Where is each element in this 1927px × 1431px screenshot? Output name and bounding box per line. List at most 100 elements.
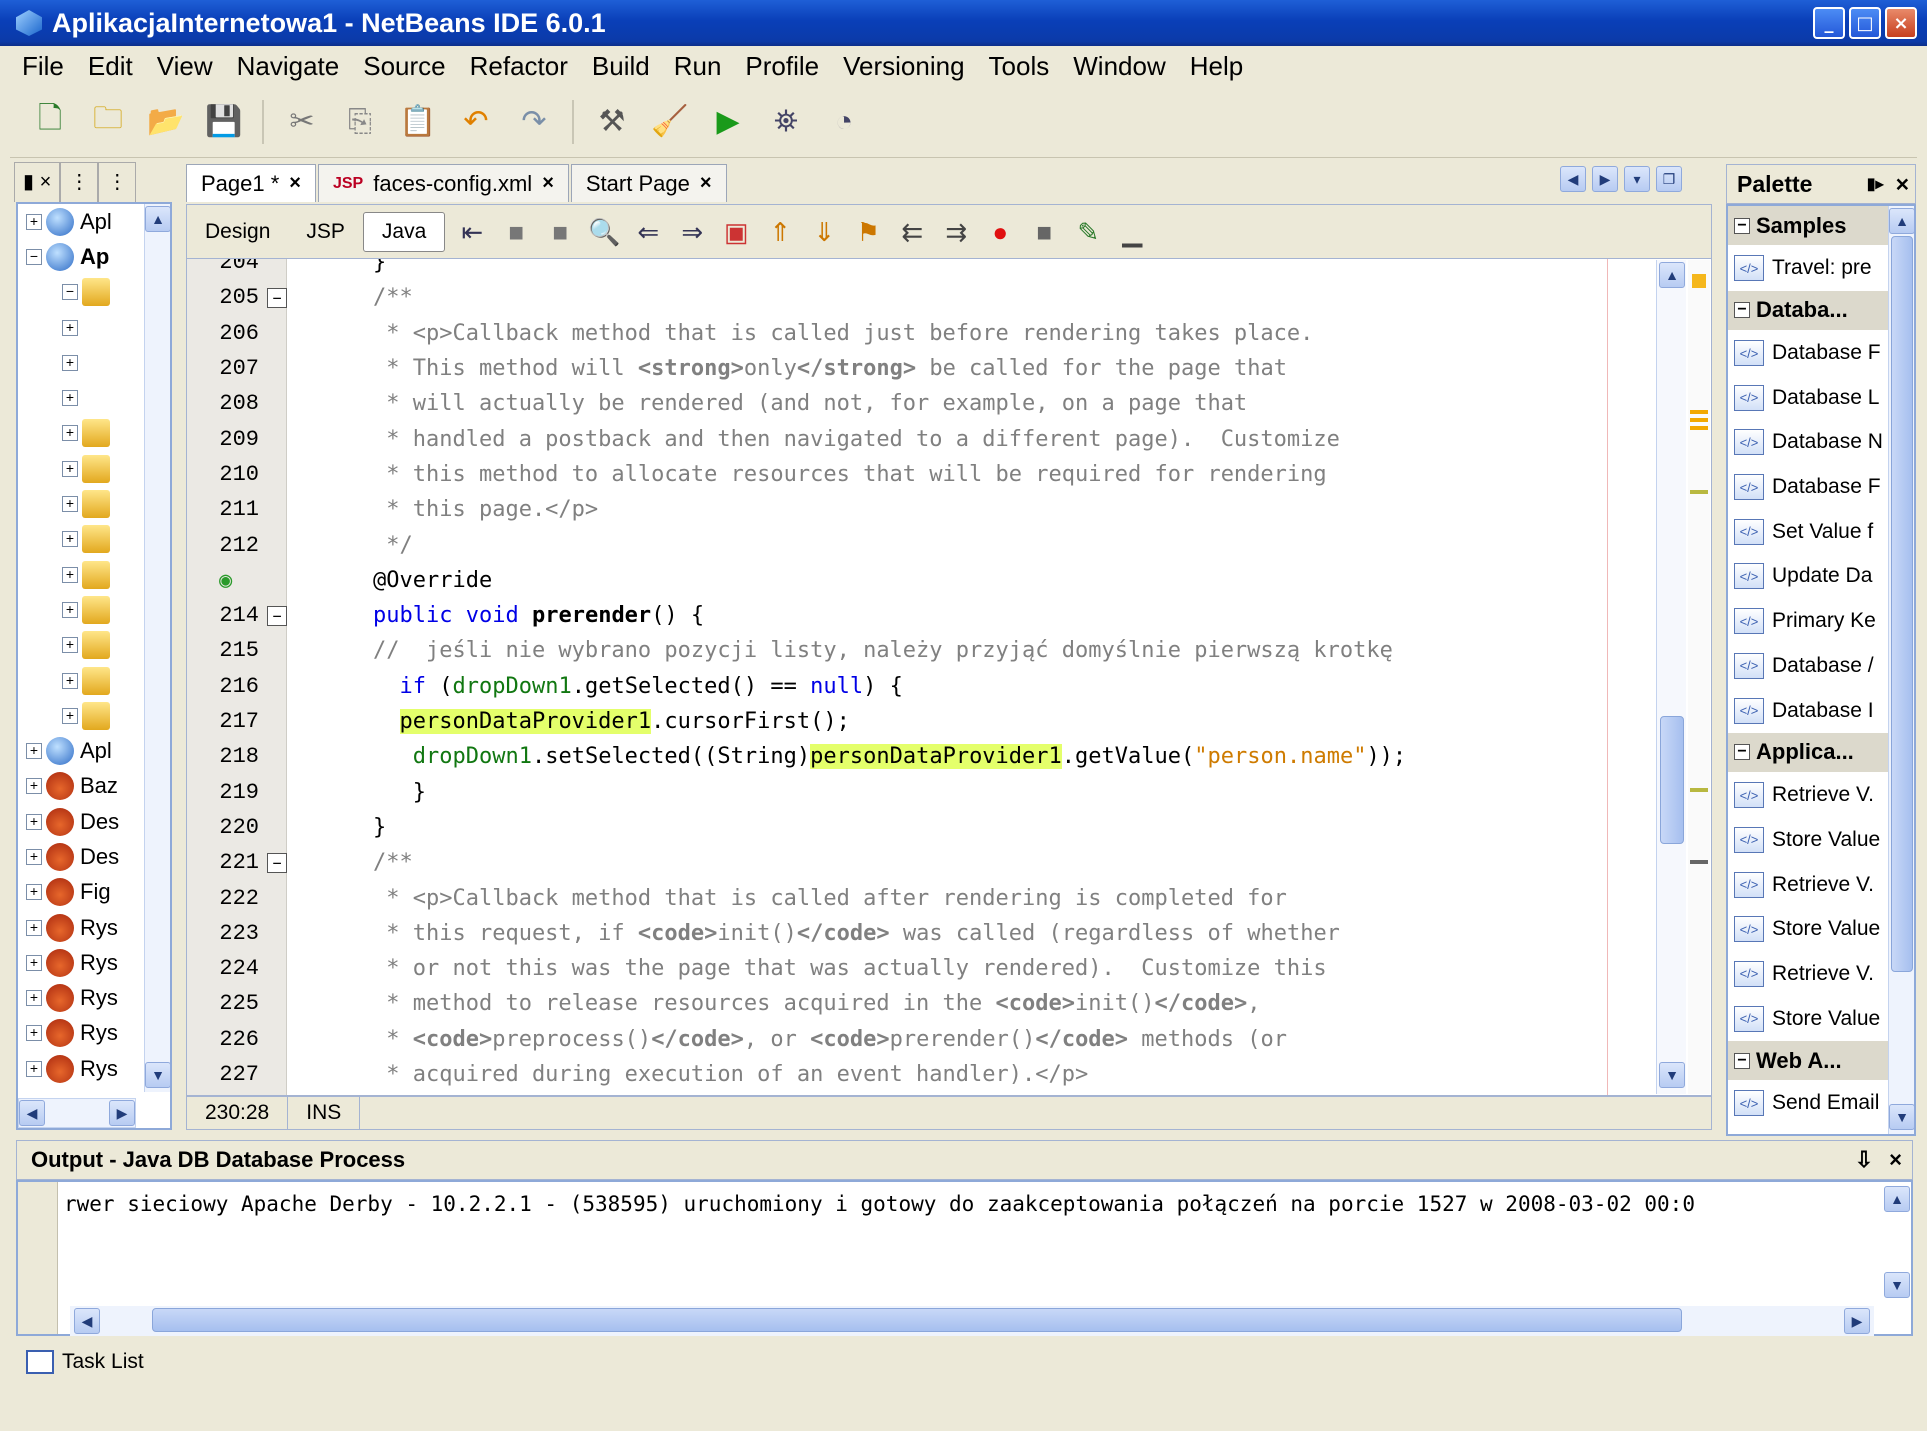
collapse-icon[interactable]: − <box>1734 217 1750 234</box>
code-line[interactable]: 212 */ <box>187 527 1657 562</box>
code-line[interactable]: 214− public void prerender() { <box>187 598 1657 633</box>
menu-tools[interactable]: Tools <box>977 51 1062 82</box>
scroll-thumb[interactable] <box>152 1308 1682 1332</box>
close-tab-icon[interactable]: × <box>700 172 712 195</box>
menu-profile[interactable]: Profile <box>733 51 831 82</box>
previous-bookmark-icon[interactable]: ⇑ <box>763 215 797 249</box>
palette-item[interactable]: </> Retrieve V. <box>1728 862 1914 907</box>
palette-category[interactable]: − Samples <box>1728 206 1914 246</box>
code-line[interactable]: 216 if (dropDown1.getSelected() == null)… <box>187 669 1657 704</box>
code-line[interactable]: 219 } <box>187 775 1657 810</box>
palette-item[interactable]: </> Database L <box>1728 375 1914 420</box>
palette-item[interactable]: </> Database F <box>1728 465 1914 510</box>
expand-icon[interactable]: + <box>62 566 78 583</box>
tab-page1[interactable]: Page1 * × <box>186 164 316 202</box>
tab-start-page[interactable]: Start Page × <box>570 164 727 202</box>
palette-item[interactable]: </>Log Messa <box>1728 1126 1914 1134</box>
code-line[interactable]: ◉ @Override <box>187 563 1657 598</box>
code-line[interactable]: 215 // jeśli nie wybrano pozycji listy, n… <box>187 633 1657 668</box>
close-button[interactable]: × <box>1885 7 1917 39</box>
code-editor[interactable]: 204} 205−/** 206 * <p>Callback method that… <box>186 258 1712 1096</box>
palette-item[interactable]: </> Store Value <box>1728 996 1914 1041</box>
expand-icon[interactable]: + <box>62 637 78 654</box>
output-close-icon[interactable]: × <box>1889 1147 1902 1173</box>
collapse-icon[interactable]: − <box>1734 1052 1750 1069</box>
expand-icon[interactable]: + <box>62 531 78 548</box>
expand-icon[interactable]: + <box>26 778 42 795</box>
fold-toggle-icon[interactable]: − <box>267 605 287 626</box>
new-project-icon[interactable]: 🗀 <box>88 102 128 142</box>
expand-icon[interactable]: + <box>26 954 42 971</box>
redo-icon[interactable]: ↷ <box>514 102 554 142</box>
undo-icon[interactable]: ↶ <box>456 102 496 142</box>
tab-files[interactable]: ⋮ <box>60 162 99 202</box>
palette-item[interactable]: </> Store Value <box>1728 907 1914 952</box>
stop-macro-icon[interactable]: ■ <box>1027 215 1061 249</box>
collapse-icon[interactable]: − <box>62 284 78 301</box>
menu-build[interactable]: Build <box>580 51 662 82</box>
scroll-down-icon[interactable]: ▼ <box>1884 1272 1910 1298</box>
collapse-icon[interactable]: − <box>1734 743 1750 761</box>
expand-icon[interactable]: + <box>62 319 78 336</box>
fold-toggle-icon[interactable]: − <box>267 852 287 873</box>
menu-navigate[interactable]: Navigate <box>225 51 352 82</box>
new-file-icon[interactable]: 🗋 <box>30 102 70 142</box>
expand-icon[interactable]: + <box>26 813 42 830</box>
annotation-marker[interactable] <box>1690 860 1708 864</box>
override-annotation-icon[interactable]: ◉ <box>219 568 232 593</box>
paste-icon[interactable]: 📋 <box>398 102 438 142</box>
clean-build-icon[interactable]: 🧹 <box>650 102 690 142</box>
palette-item[interactable]: </> Primary Ke <box>1728 599 1914 644</box>
code-line[interactable]: 209 * handled a postback and then naviga… <box>187 422 1657 457</box>
scroll-down-icon[interactable]: ▼ <box>1659 1062 1685 1088</box>
expand-icon[interactable]: + <box>62 425 78 442</box>
close-tab-icon[interactable]: × <box>289 172 301 195</box>
editor-scrollbar[interactable]: ▲ ▼ <box>1656 260 1686 1094</box>
run-icon[interactable]: ▶ <box>708 102 748 142</box>
menu-refactor[interactable]: Refactor <box>458 51 580 82</box>
scroll-right-icon[interactable]: ▶ <box>1844 1308 1870 1334</box>
comment-icon[interactable]: ✎ <box>1071 215 1105 249</box>
code-line[interactable]: 225 * method to release resources acquir… <box>187 986 1657 1021</box>
scroll-up-icon[interactable]: ▲ <box>1884 1186 1910 1212</box>
palette-minimize-icon[interactable]: ▮▸ <box>1867 174 1884 194</box>
tab-scroll-left-icon[interactable]: ◀ <box>1560 166 1586 192</box>
code-line[interactable]: 206 * <p>Callback method that is called … <box>187 316 1657 351</box>
annotation-marker[interactable] <box>1690 788 1708 792</box>
palette-item[interactable]: </> Set Value f <box>1728 509 1914 554</box>
expand-icon[interactable]: + <box>26 884 42 901</box>
menu-source[interactable]: Source <box>351 51 457 82</box>
tab-list-icon[interactable]: ▾ <box>1624 166 1650 192</box>
palette-item[interactable]: </> Database / <box>1728 644 1914 689</box>
menu-view[interactable]: View <box>145 51 225 82</box>
scroll-left-icon[interactable]: ◀ <box>19 1100 45 1126</box>
palette-scrollbar[interactable]: ▲ ▼ <box>1888 206 1915 1134</box>
code-line[interactable]: 205− /** <box>187 280 1657 315</box>
mode-jsp[interactable]: JSP <box>288 212 363 252</box>
scroll-down-icon[interactable]: ▼ <box>145 1062 171 1088</box>
palette-item[interactable]: </> Database I <box>1728 688 1914 733</box>
find-next-icon[interactable]: ⇒ <box>675 215 709 249</box>
shift-left-icon[interactable]: ⇇ <box>895 215 929 249</box>
annotation-marker[interactable] <box>1692 274 1706 288</box>
palette-item[interactable]: </> Travel: pre <box>1728 246 1914 291</box>
annotation-marker[interactable] <box>1690 410 1708 414</box>
fold-toggle-icon[interactable]: − <box>267 287 287 308</box>
palette-item[interactable]: </> Retrieve V. <box>1728 773 1914 818</box>
expand-icon[interactable]: + <box>26 743 42 760</box>
task-list-button[interactable]: Task List <box>26 1346 144 1378</box>
expand-icon[interactable]: + <box>26 919 42 936</box>
history-back-icon[interactable]: ■ <box>499 215 533 249</box>
code-line[interactable]: 226 * <code>preprocess()</code>, or <cod… <box>187 1022 1657 1057</box>
expand-icon[interactable]: + <box>62 672 78 689</box>
expand-icon[interactable]: + <box>26 1060 42 1077</box>
palette-item[interactable]: </> Store Value <box>1728 818 1914 863</box>
code-line[interactable]: 224 * or not this was the page that was … <box>187 951 1657 986</box>
toggle-bookmark-icon[interactable]: ⚑ <box>851 215 885 249</box>
tab-faces-config[interactable]: JSP faces-config.xml × <box>317 164 569 202</box>
palette-item[interactable]: </> Database F <box>1728 331 1914 376</box>
expand-icon[interactable]: + <box>26 1025 42 1042</box>
expand-icon[interactable]: + <box>26 848 42 865</box>
scroll-up-icon[interactable]: ▲ <box>145 206 171 232</box>
expand-icon[interactable]: + <box>62 390 78 407</box>
